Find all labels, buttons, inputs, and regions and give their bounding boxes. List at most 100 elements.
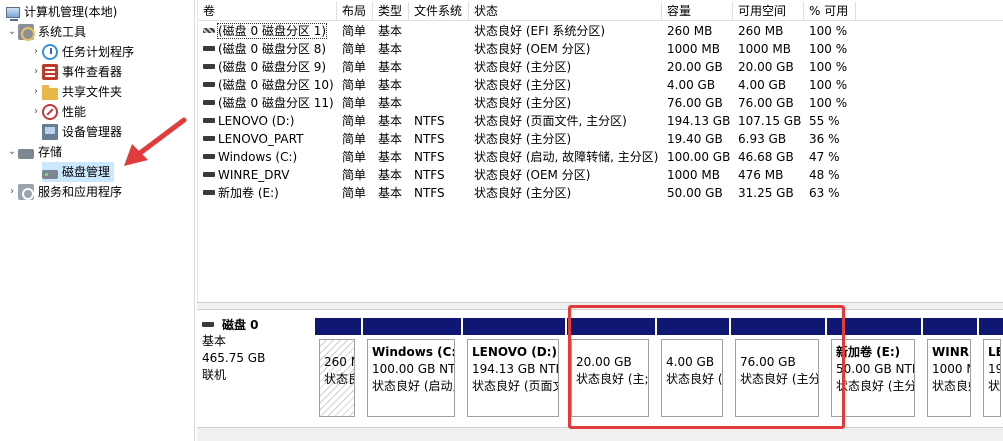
disk-name: 磁盘 0 bbox=[222, 318, 259, 332]
table-row[interactable]: (磁盘 0 磁盘分区 9) 简单 基本 状态良好 (主分区) 20.00 GB 20.00… bbox=[198, 58, 1003, 76]
cell-pct: 63 % bbox=[809, 186, 840, 200]
tree-item-device-manager[interactable]: 设备管理器 bbox=[42, 122, 122, 142]
chevron-down-icon[interactable]: ⌄ bbox=[6, 22, 18, 42]
chevron-right-icon[interactable]: › bbox=[30, 62, 42, 82]
tree-item-computer-management[interactable]: 计算机管理(本地) bbox=[6, 2, 117, 22]
tree-label-disk-management: 磁盘管理 bbox=[62, 165, 111, 179]
cell-type: 基本 bbox=[378, 168, 403, 182]
volume-name: (磁盘 0 磁盘分区 1) bbox=[216, 23, 328, 39]
cell-fs: NTFS bbox=[414, 132, 445, 146]
column-header-percent-free[interactable]: % 可用 bbox=[804, 2, 856, 21]
partition-body: 76.00 GB 状态良好 (主分| bbox=[731, 335, 827, 421]
tree-item-task-scheduler[interactable]: › 任务计划程序 bbox=[30, 42, 134, 62]
table-row[interactable]: (磁盘 0 磁盘分区 1) 简单 基本 状态良好 (EFI 系统分区) 260 MB 26… bbox=[198, 22, 1003, 40]
tree-label-shared-folders: 共享文件夹 bbox=[62, 85, 123, 99]
partition-block[interactable]: 新加卷 (E:) 50.00 GB NTF 状态良好 (主分 bbox=[827, 318, 923, 421]
cell-type: 基本 bbox=[378, 24, 403, 38]
cell-capacity: 1000 MB bbox=[667, 168, 720, 182]
cell-pct: 36 % bbox=[809, 132, 840, 146]
cell-status: 状态良好 (页面文件, 主分区) bbox=[474, 114, 627, 128]
tree-item-storage[interactable]: ⌄ 存储 bbox=[6, 142, 62, 162]
cell-status: 状态良好 (OEM 分区) bbox=[474, 168, 591, 182]
chevron-right-icon[interactable]: › bbox=[30, 42, 42, 62]
cell-pct: 55 % bbox=[809, 114, 840, 128]
cell-free: 1000 MB bbox=[738, 42, 791, 56]
cell-fs: NTFS bbox=[414, 168, 445, 182]
tree-item-disk-management[interactable]: 磁盘管理 bbox=[42, 162, 115, 182]
partition-status: 状 bbox=[988, 379, 1001, 393]
disk-kind: 基本 bbox=[202, 334, 227, 348]
table-row[interactable]: (磁盘 0 磁盘分区 8) 简单 基本 状态良好 (OEM 分区) 1000 MB 100… bbox=[198, 40, 1003, 58]
partition-body: 新加卷 (E:) 50.00 GB NTF 状态良好 (主分 bbox=[827, 335, 923, 421]
partition-block[interactable]: 260 M 状态良好 bbox=[315, 318, 363, 421]
cell-status: 状态良好 (主分区) bbox=[474, 78, 572, 92]
column-header-volume[interactable]: 卷 bbox=[198, 2, 337, 21]
cell-fs bbox=[409, 40, 469, 58]
performance-icon bbox=[42, 104, 58, 120]
partition-block[interactable]: LE 19 状 bbox=[979, 318, 1003, 421]
cell-free: 46.68 GB bbox=[738, 150, 794, 164]
tree-item-shared-folders[interactable]: › 共享文件夹 bbox=[30, 82, 122, 102]
column-header-free-space[interactable]: 可用空间 bbox=[733, 2, 804, 21]
cell-status: 状态良好 (主分区) bbox=[474, 186, 572, 200]
table-row[interactable]: LENOVO_PART 简单 基本 NTFS 状态良好 (主分区) 19.40 GB 6.9… bbox=[198, 130, 1003, 148]
partition-block[interactable]: 4.00 GB 状态良好 ( bbox=[657, 318, 731, 421]
column-header-capacity[interactable]: 容量 bbox=[662, 2, 733, 21]
tree-item-system-tools[interactable]: ⌄ 系统工具 bbox=[6, 22, 86, 42]
cell-type: 基本 bbox=[378, 78, 403, 92]
column-header-filesystem[interactable]: 文件系统 bbox=[409, 2, 469, 21]
chevron-right-icon[interactable]: › bbox=[30, 82, 42, 102]
table-row[interactable]: LENOVO (D:) 简单 基本 NTFS 状态良好 (页面文件, 主分区) 194.1… bbox=[198, 112, 1003, 130]
partition-size: 4.00 GB bbox=[666, 355, 715, 369]
table-row[interactable]: WINRE_DRV 简单 基本 NTFS 状态良好 (OEM 分区) 1000 MB 476… bbox=[198, 166, 1003, 184]
table-row[interactable]: 新加卷 (E:) 简单 基本 NTFS 状态良好 (主分区) 50.00 GB 31.25 … bbox=[198, 184, 1003, 202]
folder-icon bbox=[42, 84, 58, 100]
partition-block[interactable]: 76.00 GB 状态良好 (主分| bbox=[731, 318, 827, 421]
chevron-right-icon[interactable]: › bbox=[30, 102, 42, 122]
column-header-type[interactable]: 类型 bbox=[373, 2, 409, 21]
disk-icon bbox=[202, 321, 214, 327]
volume-icon bbox=[203, 172, 215, 177]
table-row[interactable]: (磁盘 0 磁盘分区 10) 简单 基本 状态良好 (主分区) 4.00 GB 4.00 … bbox=[198, 76, 1003, 94]
cell-status: 状态良好 (启动, 故障转储, 主分区) bbox=[474, 150, 659, 164]
chevron-right-icon[interactable]: › bbox=[6, 182, 18, 202]
cell-name: (磁盘 0 磁盘分区 8) bbox=[198, 40, 337, 58]
cell-name: LENOVO (D:) bbox=[198, 112, 337, 130]
cell-capacity: 260 MB bbox=[667, 24, 713, 38]
horizontal-scrollbar[interactable] bbox=[197, 427, 1003, 441]
partition-size: 194.13 GB NTFS bbox=[472, 362, 558, 376]
partition-block[interactable]: Windows (C:) 100.00 GB NTF 状态良好 (启动, bbox=[363, 318, 463, 421]
partition-block[interactable]: LENOVO (D:) 194.13 GB NTFS 状态良好 (页面文 bbox=[463, 318, 567, 421]
tree-item-event-viewer[interactable]: › 事件查看器 bbox=[30, 62, 122, 82]
cell-layout: 简单 bbox=[342, 60, 367, 74]
disk-info[interactable]: 磁盘 0 基本 465.75 GB 联机 bbox=[202, 317, 312, 417]
cell-name: Windows (C:) bbox=[198, 148, 337, 166]
chevron-down-icon[interactable]: ⌄ bbox=[6, 142, 18, 162]
column-header-layout[interactable]: 布局 bbox=[337, 2, 373, 21]
partition-size: 1000 M bbox=[932, 362, 970, 376]
cell-layout: 简单 bbox=[342, 42, 367, 56]
storage-icon bbox=[18, 148, 34, 159]
tree-item-performance[interactable]: › 性能 bbox=[30, 102, 86, 122]
tree-label-services-apps: 服务和应用程序 bbox=[38, 185, 123, 199]
table-row[interactable]: Windows (C:) 简单 基本 NTFS 状态良好 (启动, 故障转储, 主分区)… bbox=[198, 148, 1003, 166]
volume-icon bbox=[203, 46, 215, 51]
partition-body: WINRE_ 1000 M 状态良好 bbox=[923, 335, 979, 421]
table-row[interactable]: (磁盘 0 磁盘分区 11) 简单 基本 状态良好 (主分区) 76.00 GB 76.0… bbox=[198, 94, 1003, 112]
partition-header-bar bbox=[463, 318, 567, 335]
cell-capacity: 50.00 GB bbox=[667, 186, 723, 200]
cell-capacity: 100.00 GB bbox=[667, 150, 731, 164]
tree-item-services-applications[interactable]: › 服务和应用程序 bbox=[6, 182, 122, 202]
partition-header-bar bbox=[923, 318, 979, 335]
cell-name: (磁盘 0 磁盘分区 10) bbox=[198, 76, 337, 94]
cell-capacity: 20.00 GB bbox=[667, 60, 723, 74]
column-header-status[interactable]: 状态 bbox=[469, 2, 662, 21]
partition-status: 状态良好 (主; bbox=[576, 372, 649, 386]
volume-list: 卷 布局 类型 文件系统 状态 容量 可用空间 % 可用 (磁盘 0 磁盘分区 … bbox=[197, 0, 1003, 302]
pane-splitter[interactable] bbox=[197, 302, 1003, 310]
volume-name: 新加卷 (E:) bbox=[218, 186, 279, 200]
partition-block[interactable]: WINRE_ 1000 M 状态良好 bbox=[923, 318, 979, 421]
cell-capacity: 76.00 GB bbox=[667, 96, 723, 110]
partition-size: 50.00 GB NTF bbox=[836, 362, 915, 376]
partition-block[interactable]: 20.00 GB 状态良好 (主; bbox=[567, 318, 657, 421]
